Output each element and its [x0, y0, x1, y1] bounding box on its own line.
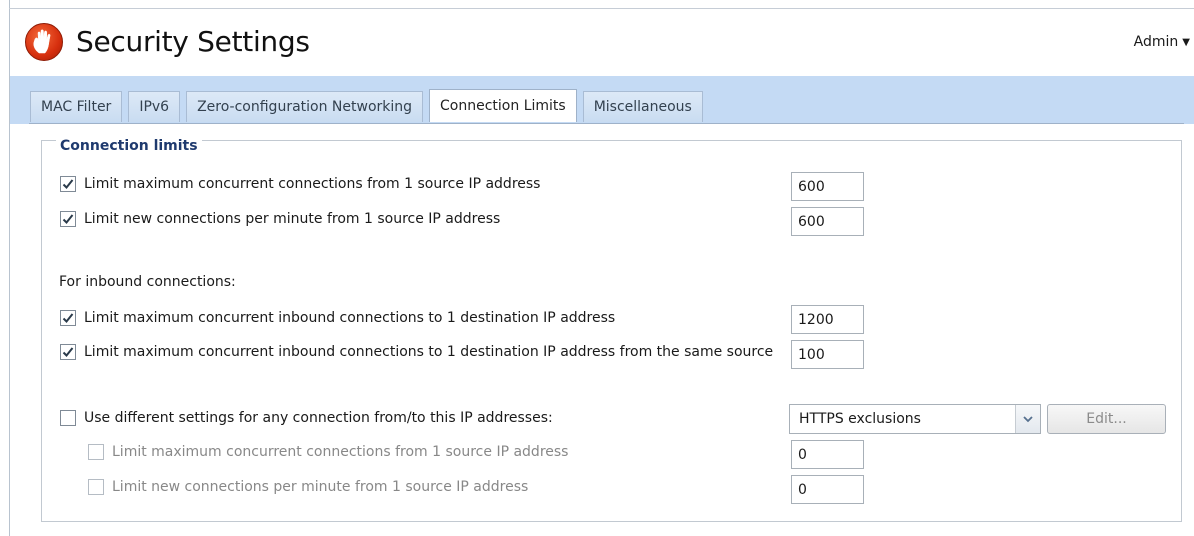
inbound-max-concurrent-checkbox[interactable]	[60, 310, 76, 326]
inbound-max-concurrent-row: Limit maximum concurrent inbound connect…	[60, 310, 615, 326]
inbound-same-source-input[interactable]: 100	[791, 340, 864, 369]
max-concurrent-input[interactable]: 600	[791, 172, 864, 201]
ip-group-select[interactable]: HTTPS exclusions	[789, 404, 1041, 434]
tab-label: Miscellaneous	[593, 99, 692, 115]
sub-max-concurrent-checkbox[interactable]	[88, 444, 104, 460]
sub-new-per-minute-checkbox[interactable]	[88, 479, 104, 495]
user-menu-label: Admin	[1133, 34, 1179, 50]
checkmark-icon	[62, 347, 74, 357]
chevron-down-icon[interactable]	[1015, 405, 1040, 433]
tab-zero-configuration-networking[interactable]: Zero-configuration Networking	[186, 91, 424, 122]
inbound-same-source-checkbox[interactable]	[60, 344, 76, 360]
sub-max-concurrent-label: Limit maximum concurrent connections fro…	[112, 444, 569, 460]
new-per-minute-checkbox[interactable]	[60, 211, 76, 227]
inbound-same-source-label: Limit maximum concurrent inbound connect…	[84, 344, 774, 360]
different-settings-row: Use different settings for any connectio…	[60, 410, 553, 426]
inbound-heading: For inbound connections:	[59, 274, 236, 290]
group-legend: Connection limits	[56, 138, 202, 154]
max-concurrent-checkbox[interactable]	[60, 176, 76, 192]
new-per-minute-input[interactable]: 600	[791, 207, 864, 236]
tab-label: IPv6	[139, 99, 170, 115]
tab-bar: MAC Filter IPv6 Zero-configuration Netwo…	[30, 89, 709, 122]
edit-button[interactable]: Edit...	[1047, 404, 1166, 434]
stop-hand-icon	[25, 23, 63, 61]
tab-ipv6[interactable]: IPv6	[128, 91, 181, 122]
sub-new-per-minute-label: Limit new connections per minute from 1 …	[112, 479, 529, 495]
checkmark-icon	[62, 214, 74, 224]
new-per-minute-row: Limit new connections per minute from 1 …	[60, 211, 500, 227]
sub-new-per-minute-input[interactable]: 0	[791, 475, 864, 504]
connection-limits-group	[41, 140, 1182, 522]
inbound-max-concurrent-input[interactable]: 1200	[791, 305, 864, 334]
new-per-minute-label: Limit new connections per minute from 1 …	[84, 211, 501, 227]
user-menu[interactable]: Admin ▼	[1134, 34, 1190, 50]
inbound-same-source-row: Limit maximum concurrent inbound connect…	[60, 344, 773, 360]
tab-label: Zero-configuration Networking	[197, 99, 413, 115]
checkmark-icon	[62, 179, 74, 189]
sub-max-concurrent-row: Limit maximum concurrent connections fro…	[88, 444, 568, 460]
page-title: Security Settings	[76, 25, 310, 58]
max-concurrent-label: Limit maximum concurrent connections fro…	[84, 176, 541, 192]
max-concurrent-row: Limit maximum concurrent connections fro…	[60, 176, 540, 192]
different-settings-checkbox[interactable]	[60, 410, 76, 426]
sub-max-concurrent-input[interactable]: 0	[791, 440, 864, 469]
tab-label: MAC Filter	[41, 99, 112, 115]
tab-mac-filter[interactable]: MAC Filter	[30, 91, 123, 122]
tab-label: Connection Limits	[440, 98, 566, 114]
tab-connection-limits[interactable]: Connection Limits	[429, 89, 577, 122]
ip-group-select-value: HTTPS exclusions	[799, 411, 921, 427]
caret-down-icon: ▼	[1182, 36, 1190, 48]
sub-new-per-minute-row: Limit new connections per minute from 1 …	[88, 479, 528, 495]
different-settings-label: Use different settings for any connectio…	[84, 410, 553, 426]
checkmark-icon	[62, 313, 74, 323]
tab-miscellaneous[interactable]: Miscellaneous	[582, 91, 703, 122]
inbound-max-concurrent-label: Limit maximum concurrent inbound connect…	[84, 310, 616, 326]
page-header: Security Settings Admin ▼	[10, 9, 1194, 76]
